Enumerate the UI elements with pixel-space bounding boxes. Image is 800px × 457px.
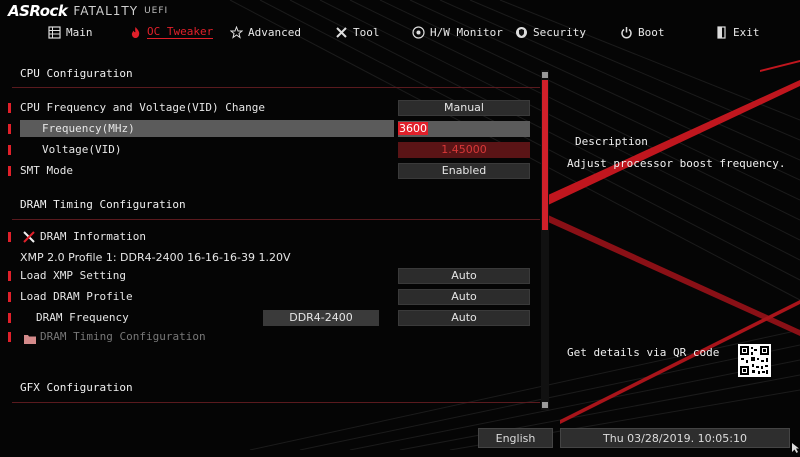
cursor-arrow-icon xyxy=(792,438,800,457)
scroll-up-arrow[interactable] xyxy=(542,72,548,78)
setting-marker xyxy=(8,292,11,302)
asrock-logo: ASRock FATAL1TY UEFI xyxy=(8,2,168,20)
xmp-profile-text: XMP 2.0 Profile 1: DDR4-2400 16-16-16-39… xyxy=(20,251,291,264)
tab-security[interactable]: Security xyxy=(515,22,586,42)
description-title: Description xyxy=(575,135,648,148)
tab-hw-monitor-label: H/W Monitor xyxy=(430,25,503,39)
tab-main[interactable]: Main xyxy=(48,22,93,42)
scroll-down-arrow[interactable] xyxy=(542,402,548,408)
setting-marker xyxy=(8,124,11,134)
qr-code[interactable] xyxy=(738,344,771,377)
setting-label: CPU Frequency and Voltage(VID) Change xyxy=(20,101,266,114)
setting-smt-mode[interactable]: SMT Mode Enabled xyxy=(8,162,540,179)
dram-timing-configuration-title: DRAM Timing Configuration xyxy=(20,198,186,211)
setting-marker xyxy=(8,271,11,281)
tab-oc-tweaker-label: OC Tweaker xyxy=(147,25,214,39)
smt-mode-value-button[interactable]: Enabled xyxy=(398,162,530,179)
tab-tool[interactable]: Tool xyxy=(335,22,380,42)
settings-panel: CPU Configuration CPU Frequency and Volt… xyxy=(8,56,542,414)
setting-label: DRAM Timing Configuration xyxy=(40,330,206,343)
tab-boot[interactable]: Boot xyxy=(620,22,665,42)
setting-cpu-freq-voltage-change[interactable]: CPU Frequency and Voltage(VID) Change Ma… xyxy=(8,99,540,116)
dram-frequency-current: DDR4-2400 xyxy=(263,309,379,326)
divider xyxy=(12,402,540,403)
setting-label: Frequency(MHz) xyxy=(42,122,135,135)
xmp-profile-info: XMP 2.0 Profile 1: DDR4-2400 16-16-16-39… xyxy=(12,249,540,266)
frequency-input-value: 3600 xyxy=(398,122,428,135)
dram-frequency-value-button[interactable]: Auto xyxy=(398,309,530,326)
setting-label: SMT Mode xyxy=(20,164,73,177)
gfx-configuration-title: GFX Configuration xyxy=(20,381,133,394)
divider xyxy=(12,87,540,88)
load-dram-profile-value-button[interactable]: Auto xyxy=(398,288,530,305)
load-xmp-value-button[interactable]: Auto xyxy=(398,267,530,284)
monitor-icon xyxy=(412,25,425,39)
tab-exit-label: Exit xyxy=(733,25,760,39)
grid-icon xyxy=(48,25,61,39)
setting-label: DRAM Frequency xyxy=(36,311,129,324)
brand-name: ASRock xyxy=(8,2,68,20)
exit-icon xyxy=(715,25,728,39)
star-icon xyxy=(230,25,243,39)
folder-icon xyxy=(23,330,37,349)
setting-dram-timing-configuration[interactable]: DRAM Timing Configuration xyxy=(8,328,540,345)
shield-icon xyxy=(515,26,528,39)
setting-marker xyxy=(8,313,11,323)
tab-tool-label: Tool xyxy=(353,25,380,39)
setting-dram-frequency[interactable]: DRAM Frequency DDR4-2400 Auto xyxy=(8,309,540,326)
cpu-freq-voltage-value-button[interactable]: Manual xyxy=(398,99,530,116)
tools-icon xyxy=(335,26,348,39)
tab-hw-monitor[interactable]: H/W Monitor xyxy=(412,22,503,42)
setting-voltage[interactable]: Voltage(VID) 1.45000 xyxy=(8,141,540,158)
tab-security-label: Security xyxy=(533,25,586,39)
product-name: UEFI xyxy=(144,6,169,16)
setting-frequency[interactable]: Frequency(MHz) 3600 xyxy=(8,120,540,137)
setting-label: Load XMP Setting xyxy=(20,269,126,282)
setting-dram-information[interactable]: DRAM Information xyxy=(8,228,540,248)
setting-label: Load DRAM Profile xyxy=(20,290,133,303)
language-button[interactable]: English xyxy=(478,428,553,448)
tools-icon xyxy=(22,229,36,248)
setting-label: DRAM Information xyxy=(40,230,146,243)
tab-advanced[interactable]: Advanced xyxy=(230,22,301,42)
tab-main-label: Main xyxy=(66,25,93,39)
divider xyxy=(12,219,540,220)
setting-label: Voltage(VID) xyxy=(42,143,122,156)
cpu-configuration-title: CPU Configuration xyxy=(20,67,133,80)
datetime-display: Thu 03/28/2019. 10:05:10 xyxy=(560,428,790,448)
qr-code-text: Get details via QR code xyxy=(567,346,720,359)
scroll-thumb[interactable] xyxy=(542,80,548,230)
description-text: Adjust processor boost frequency. xyxy=(567,157,786,170)
frequency-input[interactable]: 3600 xyxy=(398,120,530,137)
series-name: FATAL1TY xyxy=(73,4,139,18)
setting-marker xyxy=(8,332,11,342)
setting-marker xyxy=(8,103,11,113)
power-icon xyxy=(620,26,633,39)
setting-marker xyxy=(8,145,11,155)
tab-advanced-label: Advanced xyxy=(248,25,301,39)
voltage-value-field[interactable]: 1.45000 xyxy=(398,141,530,158)
setting-marker xyxy=(8,232,11,242)
main-navigation: Main OC Tweaker Advanced Tool H/W Monito… xyxy=(0,22,800,42)
setting-marker xyxy=(8,166,11,176)
flame-icon xyxy=(129,26,142,39)
scrollbar[interactable] xyxy=(541,70,549,410)
setting-load-dram-profile[interactable]: Load DRAM Profile Auto xyxy=(8,288,540,305)
tab-oc-tweaker[interactable]: OC Tweaker xyxy=(129,22,214,42)
tab-boot-label: Boot xyxy=(638,25,665,39)
tab-exit[interactable]: Exit xyxy=(715,22,760,42)
setting-load-xmp[interactable]: Load XMP Setting Auto xyxy=(8,267,540,284)
